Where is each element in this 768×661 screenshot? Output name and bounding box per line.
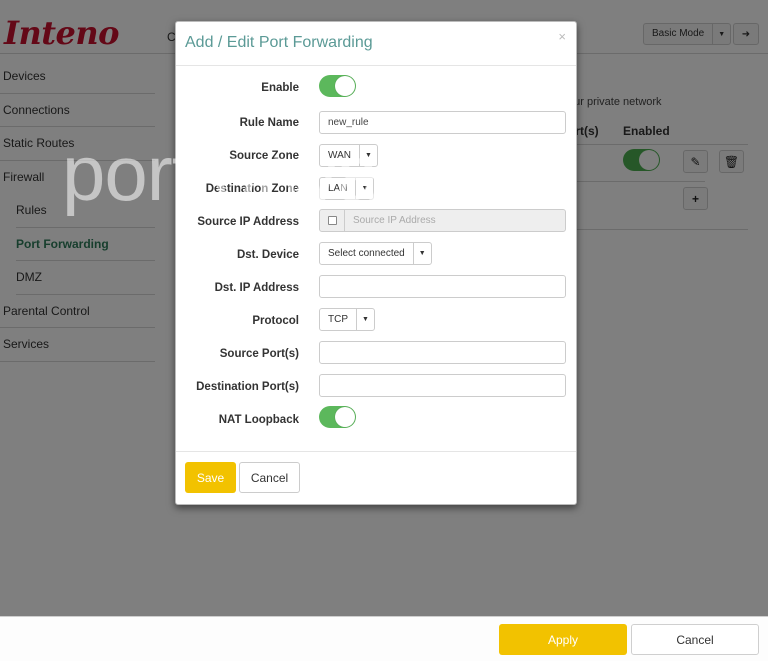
- chevron-down-icon[interactable]: ▼: [355, 178, 373, 199]
- dialog-body: Enable Rule Name Source Zone WAN ▼ Desti…: [176, 66, 576, 452]
- bottom-action-bar: Apply Cancel: [0, 616, 768, 661]
- rule-name-label: Rule Name: [239, 117, 299, 129]
- cancel-button[interactable]: Cancel: [631, 624, 759, 655]
- toggle-knob: [335, 76, 355, 96]
- protocol-value[interactable]: TCP: [320, 309, 356, 330]
- dialog-footer: Save Cancel: [176, 452, 576, 504]
- apply-button[interactable]: Apply: [499, 624, 627, 655]
- port-forwarding-dialog: Add / Edit Port Forwarding × Enable Rule…: [175, 21, 577, 505]
- destination-zone-value[interactable]: LAN: [320, 178, 355, 199]
- enable-label: Enable: [261, 82, 299, 94]
- destination-ports-label: Destination Port(s): [196, 381, 299, 393]
- protocol-select[interactable]: TCP ▼: [319, 308, 375, 331]
- dst-ip-input[interactable]: [319, 275, 566, 298]
- source-ip-label: Source IP Address: [197, 216, 299, 228]
- dst-device-select[interactable]: Select connected ▼: [319, 242, 432, 265]
- source-zone-value[interactable]: WAN: [320, 145, 359, 166]
- source-ip-input[interactable]: [345, 210, 565, 231]
- nat-loopback-toggle[interactable]: [319, 406, 356, 428]
- dialog-header: Add / Edit Port Forwarding ×: [176, 22, 576, 66]
- save-button[interactable]: Save: [185, 462, 236, 493]
- enable-toggle[interactable]: [319, 75, 356, 97]
- chevron-down-icon[interactable]: ▼: [356, 309, 374, 330]
- close-icon[interactable]: ×: [558, 29, 566, 44]
- nat-loopback-label: NAT Loopback: [218, 414, 299, 426]
- dialog-title: Add / Edit Port Forwarding: [185, 34, 373, 51]
- dialog-cancel-button[interactable]: Cancel: [239, 462, 300, 493]
- source-ports-label: Source Port(s): [219, 348, 299, 360]
- source-ip-group: [319, 209, 566, 232]
- dst-device-label: Dst. Device: [236, 249, 299, 261]
- source-ip-checkbox-wrap[interactable]: [320, 210, 345, 231]
- rule-name-input[interactable]: [319, 111, 566, 134]
- source-ip-checkbox[interactable]: [327, 216, 337, 225]
- source-zone-select[interactable]: WAN ▼: [319, 144, 378, 167]
- source-zone-label: Source Zone: [229, 150, 299, 162]
- destination-zone-select[interactable]: LAN ▼: [319, 177, 375, 200]
- destination-ports-input[interactable]: [319, 374, 566, 397]
- protocol-label: Protocol: [252, 315, 299, 327]
- toggle-knob: [335, 407, 355, 427]
- dst-ip-label: Dst. IP Address: [214, 282, 299, 294]
- source-ports-input[interactable]: [319, 341, 566, 364]
- chevron-down-icon[interactable]: ▼: [358, 145, 377, 166]
- destination-zone-label: Destination Zone: [205, 183, 299, 195]
- chevron-down-icon[interactable]: ▼: [412, 243, 431, 264]
- dst-device-value[interactable]: Select connected: [320, 243, 413, 264]
